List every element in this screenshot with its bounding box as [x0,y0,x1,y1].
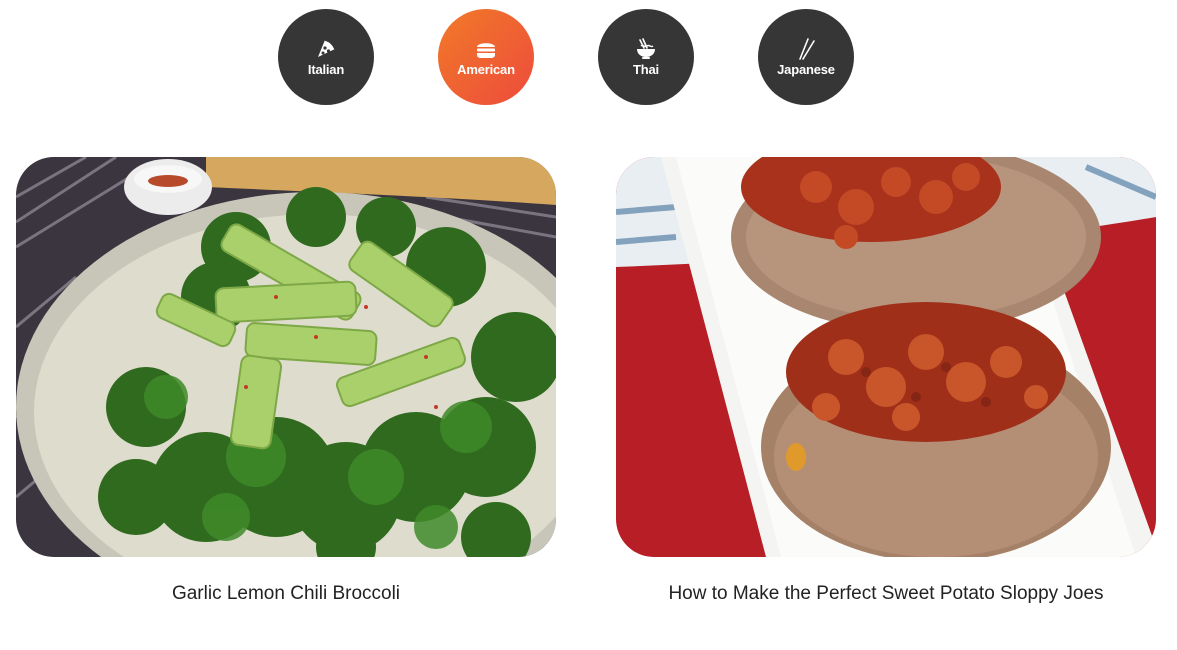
category-label: Italian [307,61,345,77]
chopsticks-icon [799,37,815,60]
recipe-page: Italian American Thai Japanese Garlic Le… [0,0,1177,650]
recipe-title[interactable]: How to Make the Perfect Sweet Potato Slo… [616,582,1156,606]
recipe-image-sweet-potato[interactable] [616,157,1156,557]
recipe-title[interactable]: Garlic Lemon Chili Broccoli [16,582,556,606]
burger-icon [477,42,495,58]
category-american-button[interactable]: American [438,9,534,105]
category-italian-button[interactable]: Italian [278,9,374,105]
sweet-potato-photo [616,157,1156,557]
category-label: American [457,61,515,77]
category-japanese-button[interactable]: Japanese [758,9,854,105]
category-label: Japanese [777,61,835,77]
noodles-icon [637,37,655,59]
recipe-image-broccoli[interactable] [16,157,556,557]
category-thai-button[interactable]: Thai [598,9,694,105]
pizza-icon [318,38,336,57]
broccoli-photo [16,157,556,557]
category-label: Thai [633,61,659,77]
